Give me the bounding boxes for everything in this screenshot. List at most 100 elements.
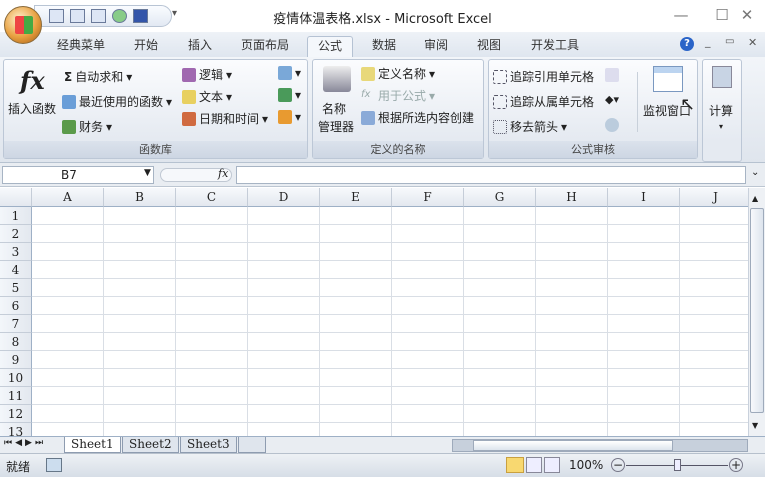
select-all-corner[interactable] [0, 188, 32, 207]
use-in-formula-button[interactable]: fx 用于公式 ▾ [361, 87, 435, 104]
sort-icon[interactable] [91, 9, 106, 23]
row-header-8[interactable]: 8 [0, 333, 32, 351]
zoom-level[interactable]: 100% [569, 458, 603, 472]
formula-input[interactable] [236, 166, 746, 184]
macro-record-icon[interactable] [46, 458, 62, 472]
text-button[interactable]: 文本 ▾ [182, 88, 232, 105]
sheet-tab-sheet2[interactable]: Sheet2 [122, 437, 179, 453]
office-button[interactable] [4, 6, 42, 44]
zoom-slider-thumb[interactable] [674, 459, 681, 471]
column-header-B[interactable]: B [104, 188, 176, 207]
tab-page-layout[interactable]: 页面布局 [234, 36, 296, 57]
expand-formula-bar-icon[interactable]: ⌄ [751, 167, 759, 178]
worksheet-grid[interactable]: ABCDEFGHIJ 1 2 3 4 5 6 7 8 9 10 11 12 13 [0, 188, 748, 436]
horizontal-scroll-thumb[interactable] [473, 440, 673, 451]
recent-functions-button[interactable]: 最近使用的函数 ▾ [62, 93, 172, 110]
row-header-13[interactable]: 13 [0, 423, 32, 436]
vertical-scroll-thumb[interactable] [750, 208, 764, 413]
sheet-tab-sheet1[interactable]: Sheet1 [64, 437, 121, 453]
qat-customize-button[interactable]: ▾ [172, 8, 177, 19]
fx-icon: fx [20, 66, 45, 95]
lookup-button[interactable]: ▾ [278, 66, 301, 80]
row-header-1[interactable]: 1 [0, 207, 32, 225]
datetime-button[interactable]: 日期和时间 ▾ [182, 110, 268, 127]
name-box-dropdown-icon[interactable]: ▼ [144, 168, 151, 178]
normal-view-icon[interactable] [506, 457, 524, 473]
print-preview-icon[interactable] [70, 9, 85, 23]
tab-view[interactable]: 视图 [469, 36, 509, 57]
sheet-navigation-icons[interactable]: ⏮◀▶⏭ [4, 438, 46, 448]
help-icon[interactable]: ? [680, 37, 694, 51]
row-header-6[interactable]: 6 [0, 297, 32, 315]
tab-home[interactable]: 开始 [126, 36, 166, 57]
calculation-button[interactable]: 计算 [709, 102, 733, 119]
tab-formulas[interactable]: 公式 [307, 36, 353, 57]
row-header-2[interactable]: 2 [0, 225, 32, 243]
name-manager-label-2[interactable]: 管理器 [318, 118, 354, 135]
column-header-J[interactable]: J [680, 188, 748, 207]
insert-function-button[interactable]: 插入函数 [8, 100, 56, 117]
page-break-view-icon[interactable] [544, 457, 560, 473]
row-header-7[interactable]: 7 [0, 315, 32, 333]
row-header-9[interactable]: 9 [0, 351, 32, 369]
ribbon-restore-icon[interactable]: ▭ [725, 36, 734, 47]
ribbon: fx 插入函数 Σ 自动求和 ▾ 最近使用的函数 ▾ 财务 ▾ 逻辑 ▾ 文本 ▾… [0, 57, 765, 163]
column-header-C[interactable]: C [176, 188, 248, 207]
insert-function-icon[interactable]: fx [218, 167, 228, 180]
scroll-up-icon[interactable]: ▲ [752, 194, 758, 203]
error-checking-icon[interactable]: ◆▾ [605, 93, 619, 106]
trace-precedents-button[interactable]: 追踪引用单元格 [493, 68, 594, 85]
row-header-4[interactable]: 4 [0, 261, 32, 279]
remove-arrows-button[interactable]: 移去箭头 ▾ [493, 118, 567, 135]
close-button[interactable]: ✕ [732, 4, 762, 26]
horizontal-scrollbar[interactable] [452, 439, 748, 452]
column-header-E[interactable]: E [320, 188, 392, 207]
define-name-button[interactable]: 定义名称 ▾ [361, 65, 435, 82]
column-header-I[interactable]: I [608, 188, 680, 207]
tab-review[interactable]: 审阅 [416, 36, 456, 57]
name-box[interactable]: B7 [2, 166, 154, 184]
save-icon[interactable] [133, 9, 148, 23]
gridline [32, 350, 748, 351]
row-header-12[interactable]: 12 [0, 405, 32, 423]
row-header-11[interactable]: 11 [0, 387, 32, 405]
tab-data[interactable]: 数据 [364, 36, 404, 57]
tab-developer[interactable]: 开发工具 [524, 36, 586, 57]
insert-sheet-icon[interactable] [238, 437, 266, 453]
create-from-selection-button[interactable]: 根据所选内容创建 [361, 109, 474, 126]
calendar-book-icon [182, 111, 196, 126]
sheet-tab-sheet3[interactable]: Sheet3 [180, 437, 237, 453]
show-formulas-icon[interactable] [605, 68, 619, 82]
math-trig-button[interactable]: ▾ [278, 88, 301, 102]
row-header-5[interactable]: 5 [0, 279, 32, 297]
gridline [32, 332, 748, 333]
ribbon-close-icon[interactable]: ✕ [748, 36, 757, 49]
vertical-scrollbar[interactable]: ▲ ▼ [748, 188, 765, 436]
column-header-G[interactable]: G [464, 188, 536, 207]
zoom-out-icon[interactable]: − [611, 458, 625, 472]
form-icon[interactable] [49, 9, 64, 23]
minimize-button[interactable]: — [666, 4, 696, 26]
zoom-in-icon[interactable]: + [729, 458, 743, 472]
autosum-button[interactable]: Σ 自动求和 ▾ [64, 68, 132, 85]
trace-dependents-button[interactable]: 追踪从属单元格 [493, 93, 594, 110]
financial-button[interactable]: 财务 ▾ [62, 118, 112, 135]
evaluate-formula-icon[interactable] [605, 118, 619, 132]
column-header-H[interactable]: H [536, 188, 608, 207]
logical-button[interactable]: 逻辑 ▾ [182, 66, 232, 83]
text-book-icon [182, 89, 196, 104]
row-header-10[interactable]: 10 [0, 369, 32, 387]
page-layout-view-icon[interactable] [526, 457, 542, 473]
ribbon-minimize-icon[interactable]: _ [705, 35, 711, 48]
name-manager-label-1[interactable]: 名称 [322, 100, 346, 117]
scroll-down-icon[interactable]: ▼ [752, 421, 758, 430]
circle-icon[interactable] [112, 9, 127, 23]
row-header-3[interactable]: 3 [0, 243, 32, 261]
tab-insert[interactable]: 插入 [180, 36, 220, 57]
tab-classic-menu[interactable]: 经典菜单 [50, 36, 112, 57]
group-calculation[interactable]: 计算 ▾ [702, 59, 742, 162]
column-header-D[interactable]: D [248, 188, 320, 207]
column-header-F[interactable]: F [392, 188, 464, 207]
column-header-A[interactable]: A [32, 188, 104, 207]
more-functions-button[interactable]: ▾ [278, 110, 301, 124]
